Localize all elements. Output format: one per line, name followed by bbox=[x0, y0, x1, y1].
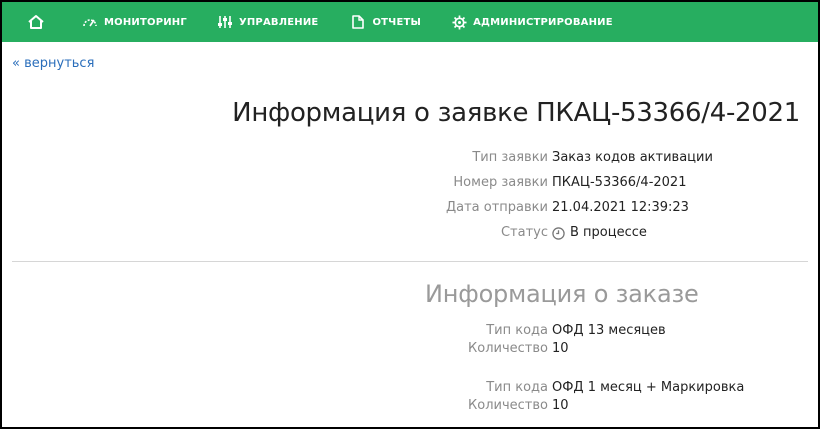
code-type-value: ОФД 13 месяцев bbox=[552, 323, 666, 338]
nav-monitoring-label: МОНИТОРИНГ bbox=[104, 16, 187, 28]
request-date-value: 21.04.2021 12:39:23 bbox=[552, 200, 689, 215]
home-button[interactable] bbox=[22, 2, 50, 42]
top-navbar: МОНИТОРИНГ УПРАВЛЕНИЕ ОТЧЕТЫ АДМИНИСТРИР… bbox=[2, 2, 818, 42]
quantity-label: Количество bbox=[468, 398, 548, 413]
nav-monitoring[interactable]: МОНИТОРИНГ bbox=[82, 2, 187, 42]
page-title: Информация о заявке ПКАЦ-53366/4-2021 bbox=[232, 98, 800, 128]
gear-icon bbox=[451, 14, 467, 30]
order-item-2-code-row: Тип кода ОФД 1 месяц + Маркировка bbox=[2, 380, 818, 396]
request-status-label: Статус bbox=[500, 225, 548, 240]
nav-reports-label: ОТЧЕТЫ bbox=[372, 16, 422, 28]
request-type-value: Заказ кодов активации bbox=[552, 150, 713, 165]
gauge-icon bbox=[82, 14, 98, 30]
code-type-label: Тип кода bbox=[486, 380, 548, 395]
request-type-label: Тип заявки bbox=[472, 150, 548, 165]
request-date-label: Дата отправки bbox=[445, 200, 548, 215]
nav-administration[interactable]: АДМИНИСТРИРОВАНИЕ bbox=[451, 2, 613, 42]
nav-management[interactable]: УПРАВЛЕНИЕ bbox=[217, 2, 318, 42]
back-link[interactable]: « вернуться bbox=[12, 56, 94, 71]
code-type-label: Тип кода bbox=[486, 323, 548, 338]
document-icon bbox=[350, 14, 366, 30]
request-date-row: Дата отправки 21.04.2021 12:39:23 bbox=[2, 200, 818, 216]
request-number-row: Номер заявки ПКАЦ-53366/4-2021 bbox=[2, 175, 818, 191]
order-item-1-code-row: Тип кода ОФД 13 месяцев bbox=[2, 323, 818, 339]
quantity-label: Количество bbox=[468, 341, 548, 356]
clock-icon bbox=[552, 226, 565, 240]
home-icon bbox=[28, 15, 44, 29]
quantity-value: 10 bbox=[552, 341, 569, 356]
order-item-1-qty-row: Количество 10 bbox=[2, 341, 818, 357]
request-number-value: ПКАЦ-53366/4-2021 bbox=[552, 175, 687, 190]
request-type-row: Тип заявки Заказ кодов активации bbox=[2, 150, 818, 166]
request-status-row: Статус В процессе bbox=[2, 225, 818, 241]
quantity-value: 10 bbox=[552, 398, 569, 413]
nav-management-label: УПРАВЛЕНИЕ bbox=[238, 16, 319, 28]
order-section-title: Информация о заказе bbox=[425, 280, 699, 308]
order-item-2-qty-row: Количество 10 bbox=[2, 398, 818, 414]
request-number-label: Номер заявки bbox=[453, 175, 548, 190]
request-status-text: В процессе bbox=[570, 225, 647, 240]
sliders-icon bbox=[217, 14, 233, 30]
section-divider bbox=[12, 261, 808, 262]
nav-administration-label: АДМИНИСТРИРОВАНИЕ bbox=[473, 16, 613, 28]
code-type-value: ОФД 1 месяц + Маркировка bbox=[552, 380, 745, 395]
nav-reports[interactable]: ОТЧЕТЫ bbox=[350, 2, 421, 42]
request-status-value: В процессе bbox=[552, 225, 647, 241]
